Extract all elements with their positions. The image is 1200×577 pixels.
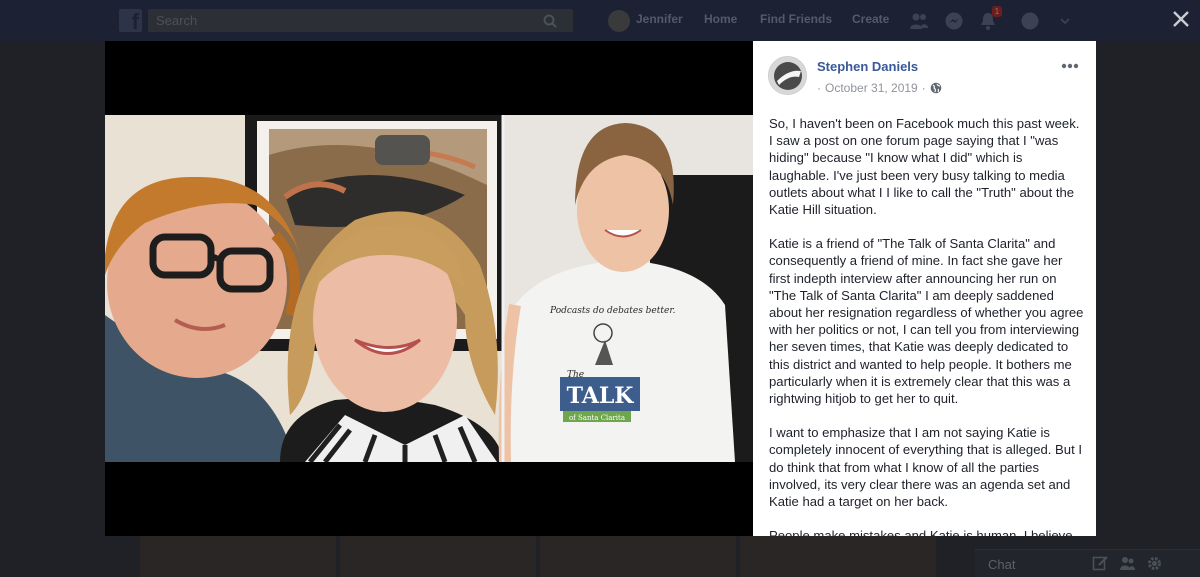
author-avatar[interactable] [768,56,807,95]
nav-create-link[interactable]: Create [852,12,889,26]
user-avatar[interactable] [608,10,630,32]
nav-profile-link[interactable]: Jennifer [636,12,683,26]
search-box [148,9,573,32]
post-metadata: · October 31, 2019 · [817,81,942,95]
search-input[interactable] [156,12,536,29]
post-details-panel: Stephen Daniels · October 31, 2019 · So,… [753,41,1096,536]
background-thumbnail [740,536,936,577]
friend-requests-icon[interactable] [908,10,930,32]
post-paragraph: So, I haven't been on Facebook much this… [769,116,1080,218]
shirt-slogan-text: Podcasts do debates better. [549,306,676,316]
chat-settings-gear-icon[interactable] [1146,555,1163,572]
shirt-talk-text: TALK [567,383,635,409]
post-options-more-icon[interactable] [1059,57,1081,75]
chat-label: Chat [988,557,1016,572]
meta-separator: · [817,81,821,95]
compose-message-icon[interactable] [1092,555,1109,572]
post-paragraph: People make mistakes and Katie is human.… [769,528,1073,536]
messenger-icon[interactable] [943,10,965,32]
account-menu-chevron-down-icon[interactable] [1054,10,1076,32]
background-thumbnail [140,536,336,577]
help-icon[interactable] [1019,10,1041,32]
nav-home-link[interactable]: Home [704,12,737,26]
globe-icon[interactable] [930,82,942,94]
post-paragraph: I want to emphasize that I am not saying… [769,425,1082,510]
notification-count-badge: 1 [992,6,1002,17]
chat-bar[interactable]: Chat [975,549,1200,577]
post-date[interactable]: October 31, 2019 [825,81,918,95]
background-thumbnail [340,536,536,577]
photo-stage: Podcasts do debates better. The TALK of … [105,41,753,536]
create-group-icon[interactable] [1119,555,1136,572]
search-icon[interactable] [527,9,573,32]
meta-separator: · [921,81,926,95]
post-author-name[interactable]: Stephen Daniels [817,59,918,74]
top-navigation-bar: f Jennifer Home Find Friends Create 1 [0,0,1200,41]
close-photo-viewer-icon[interactable] [1170,8,1192,30]
post-paragraph: Katie is a friend of "The Talk of Santa … [769,236,1084,407]
shirt-santa-clarita-text: of Santa Clarita [569,414,625,422]
background-photo-strip [140,536,936,577]
background-thumbnail [540,536,736,577]
facebook-logo-icon[interactable]: f [119,9,142,34]
nav-find-friends-link[interactable]: Find Friends [760,12,832,26]
post-photo[interactable]: Podcasts do debates better. The TALK of … [105,115,753,462]
selfie-photo-illustration: Podcasts do debates better. The TALK of … [105,115,753,462]
post-text: So, I haven't been on Facebook much this… [769,115,1085,536]
